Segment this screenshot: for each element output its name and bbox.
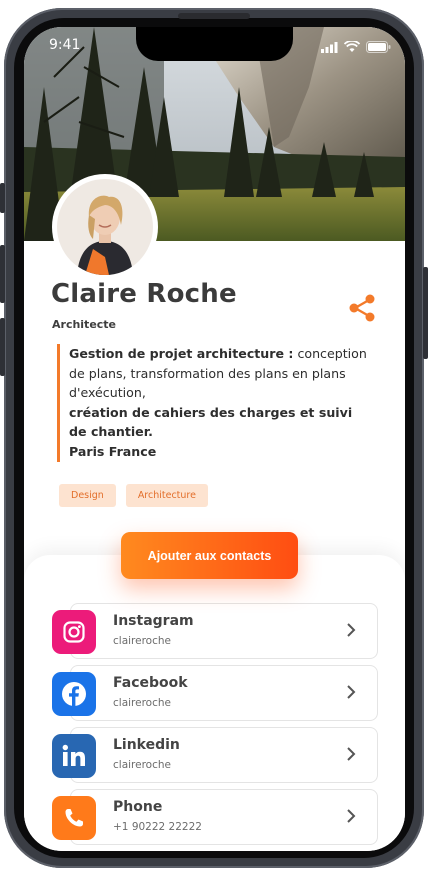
link-card[interactable] [70, 603, 378, 659]
link-title: Linkedin [113, 737, 180, 753]
bio-line-2: création de cahiers des charges et suivi… [69, 404, 353, 440]
add-to-contacts-button[interactable]: Ajouter aux contacts [121, 532, 298, 579]
screen: 9:41 Claire Roche Architecte Gestion de … [24, 27, 405, 851]
link-title: Facebook [113, 675, 188, 691]
linkedin-icon [52, 734, 96, 778]
bio-heading: Gestion de projet architecture : [69, 346, 294, 361]
profile-name: Claire Roche [51, 279, 237, 309]
speaker-grille [178, 13, 250, 19]
link-card[interactable] [70, 665, 378, 721]
power-button [423, 267, 428, 359]
link-subtitle: claireroche [113, 635, 171, 647]
volume-up-button [0, 245, 5, 303]
link-subtitle: +1 90222 22222 [113, 821, 202, 833]
link-row-facebook[interactable]: Facebook claireroche [52, 665, 379, 721]
chevron-right-icon [347, 685, 356, 699]
tag-list: Design Architecture [59, 484, 208, 507]
link-row-linkedin[interactable]: Linkedin claireroche [52, 727, 379, 783]
profile-title: Architecte [52, 318, 117, 331]
status-bar: 9:41 [24, 27, 405, 67]
avatar-photo [57, 179, 153, 275]
link-card[interactable] [70, 789, 378, 845]
link-subtitle: claireroche [113, 759, 171, 771]
link-title: Instagram [113, 613, 194, 629]
status-icons [321, 41, 391, 53]
mute-switch [0, 183, 5, 213]
volume-down-button [0, 318, 5, 376]
profile-bio: Gestion de projet architecture : concept… [57, 344, 369, 462]
tag-design[interactable]: Design [59, 484, 116, 507]
signal-icon [321, 41, 338, 53]
link-card[interactable] [70, 727, 378, 783]
battery-icon [366, 41, 391, 53]
avatar[interactable] [52, 174, 158, 280]
chevron-right-icon [347, 809, 356, 823]
phone-icon [52, 796, 96, 840]
chevron-right-icon [347, 623, 356, 637]
instagram-icon [52, 610, 96, 654]
link-subtitle: claireroche [113, 697, 171, 709]
share-icon[interactable] [347, 293, 377, 323]
facebook-icon [52, 672, 96, 716]
bio-location: Paris France [69, 443, 157, 459]
status-time: 9:41 [49, 37, 81, 53]
link-title: Phone [113, 799, 163, 815]
wifi-icon [344, 41, 360, 52]
chevron-right-icon [347, 747, 356, 761]
tag-architecture[interactable]: Architecture [125, 484, 208, 507]
link-row-instagram[interactable]: Instagram claireroche [52, 603, 379, 659]
link-row-phone[interactable]: Phone +1 90222 22222 [52, 789, 379, 845]
